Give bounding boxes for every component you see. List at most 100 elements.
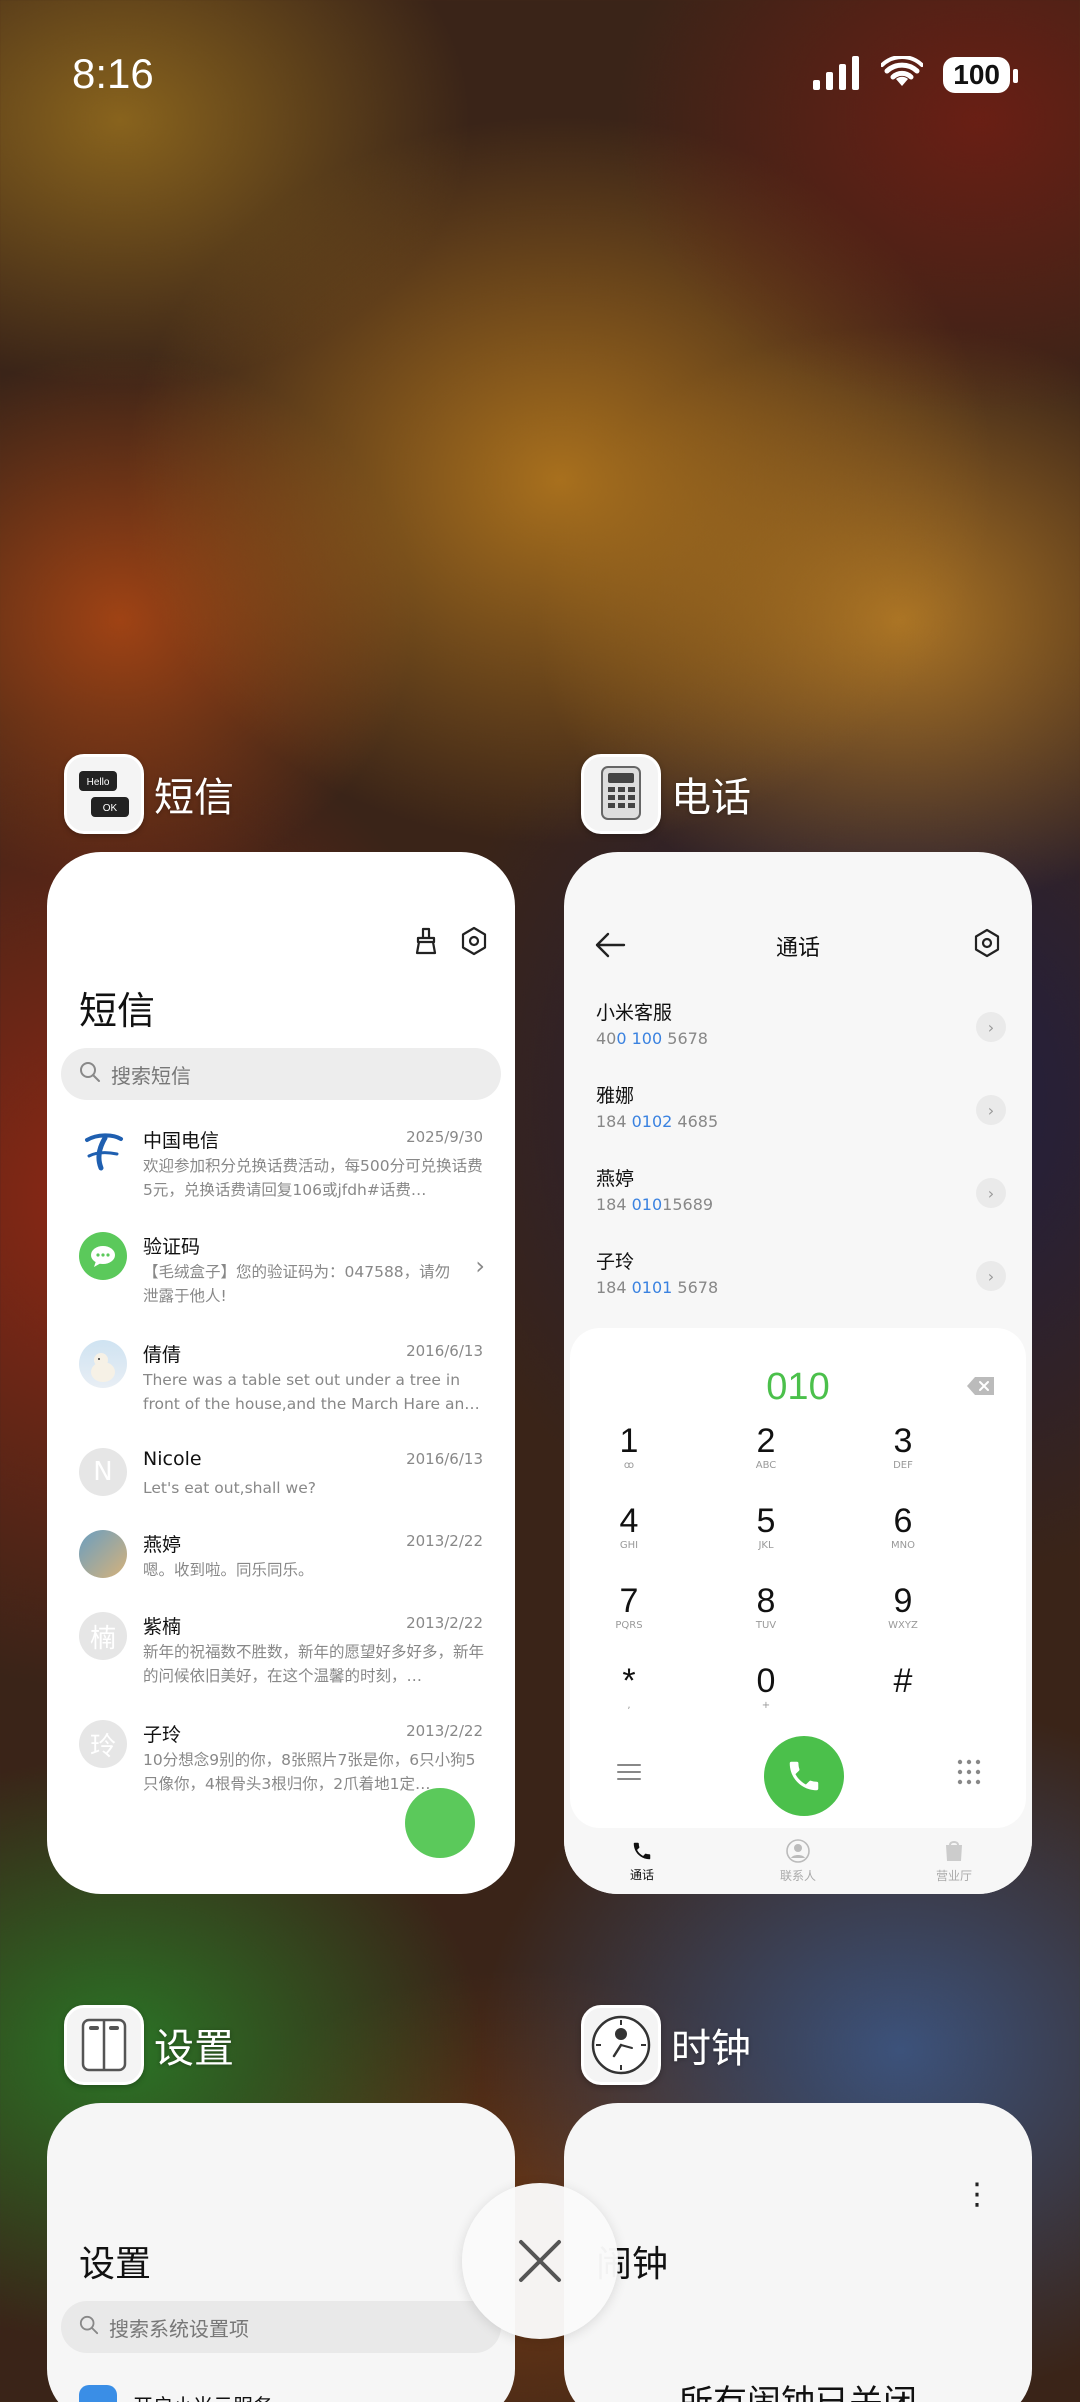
dial-key-1[interactable]: 1ꝏ [584,1422,674,1474]
list-item[interactable]: 倩倩 2016/6/13 There was a table set out u… [47,1338,515,1430]
sms-app-icon: Hello OK [64,754,144,834]
sms-sender: 子玲 [143,1724,182,1746]
sms-app-name: 短信 [154,775,234,821]
phone-app-card[interactable]: 通话 小米客服 400 100 5678 › 雅娜 184 0102 4685 … [564,852,1032,1894]
app-label-phone[interactable]: 电话 [581,754,751,834]
sms-sender: 紫楠 [143,1616,182,1638]
settings-item-label: 开启小米云服务 [133,2390,273,2402]
app-label-clock[interactable]: 时钟 [581,2005,751,2085]
dialpad: 010 1ꝏ 2 ABC 3 DEF 4 GHI 5 JKL 6 MNO 7 PQRS 8T… [570,1328,1026,1828]
contact-icon [786,1838,810,1863]
clock-app-card[interactable]: ⋮ 闹钟 所有闹钟已关闭 [564,2103,1032,2402]
dial-key-3[interactable]: 3 DEF [858,1422,948,1474]
sms-preview: There was a table set out under a tree i… [143,1371,480,1413]
menu-icon[interactable] [616,1762,642,1786]
list-item[interactable]: 燕婷 2013/2/22 嗯。收到啦。同乐同乐。 [47,1528,515,1620]
status-icons: 100 [813,55,1018,94]
phone-icon [789,1761,819,1791]
call-suggestion-item[interactable]: 小米客服 400 100 5678 › [596,998,1006,1068]
list-item[interactable]: 验证码 【毛绒盒子】您的验证码为：047588，请勿泄露于他人! › [47,1230,515,1322]
dial-key-8[interactable]: 8 TUV [721,1582,811,1634]
dial-key-5[interactable]: 5 JKL [721,1502,811,1554]
call-name: 小米客服 [596,1002,673,1024]
chevron-right-icon: › [475,1252,485,1280]
cloud-service-icon [79,2385,117,2402]
sms-preview: 【毛绒盒子】您的验证码为：047588，请勿泄露于他人! [143,1263,451,1305]
phone-app-icon [581,754,661,834]
backspace-icon[interactable] [966,1376,996,1396]
call-number: 184 0101 5678 [596,1278,719,1297]
settings-item-cloud[interactable]: 开启小米云服务 [79,2385,273,2402]
contact-avatar: N [79,1448,127,1496]
dial-key-2[interactable]: 2 ABC [721,1422,811,1474]
phone-icon [633,1842,651,1859]
compose-button[interactable] [405,1788,475,1858]
sms-date: 2025/9/30 [406,1128,483,1146]
dial-key-0[interactable]: 0 + [721,1662,811,1714]
clear-all-button[interactable] [462,2183,618,2339]
phone-header: 通话 [564,926,1032,966]
chevron-right-icon[interactable]: › [976,1095,1006,1125]
tab-contacts[interactable]: 联系人 [738,1828,858,1894]
chevron-right-icon[interactable]: › [976,1012,1006,1042]
search-icon [79,1061,101,1088]
settings-search-input[interactable]: 搜索系统设置项 [61,2301,501,2353]
list-item[interactable]: 中国电信 2025/9/30 欢迎参加积分兑换话费活动，每500分可兑换话费5元… [47,1124,515,1216]
settings-app-name: 设置 [154,2026,234,2072]
chevron-right-icon[interactable]: › [976,1261,1006,1291]
tab-calls[interactable]: 通话 [582,1828,702,1894]
app-label-sms[interactable]: Hello OK 短信 [64,754,234,834]
sms-sender: 燕婷 [143,1534,182,1556]
settings-gear-icon[interactable] [972,928,1002,962]
settings-page-title: 设置 [79,2244,152,2285]
app-label-settings[interactable]: 设置 [64,2005,234,2085]
list-item[interactable]: N Nicole 2016/6/13 Let's eat out,shall w… [47,1446,515,1538]
sms-date: 2016/6/13 [406,1342,483,1360]
sms-search-input[interactable]: 搜索短信 [61,1048,501,1100]
dial-key-4[interactable]: 4 GHI [584,1502,674,1554]
sms-sender: 中国电信 [143,1130,220,1152]
sms-app-card[interactable]: 短信 搜索短信 中国电信 2025/9/30 欢迎参加积分兑换话费活动，每500… [47,852,515,1894]
more-options-icon[interactable]: ⋮ [962,2177,992,2212]
dial-key-hash[interactable]: # [858,1662,948,1714]
call-button[interactable] [764,1736,844,1816]
contact-avatar: 玲 [79,1720,127,1768]
sms-sender: 倩倩 [143,1344,182,1366]
dial-key-star[interactable]: *, [584,1662,674,1714]
dial-key-6[interactable]: 6 MNO [858,1502,948,1554]
sms-preview: 新年的祝福数不胜数，新年的愿望好多好多，新年的问候依旧美好，在这个温馨的时刻，… [143,1643,485,1685]
call-suggestion-item[interactable]: 燕婷 184 01015689 › [596,1164,1006,1234]
dial-key-7[interactable]: 7 PQRS [584,1582,674,1634]
close-icon [519,2240,561,2282]
sms-preview: Let's eat out,shall we? [143,1479,316,1497]
call-suggestion-item[interactable]: 子玲 184 0101 5678 › [596,1247,1006,1317]
contact-avatar: 楠 [79,1612,127,1660]
list-item[interactable]: 楠 紫楠 2013/2/22 新年的祝福数不胜数，新年的愿望好多好多，新年的问候… [47,1610,515,1702]
settings-search-placeholder: 搜索系统设置项 [109,2316,249,2341]
sms-preview: 欢迎参加积分兑换话费活动，每500分可兑换话费5元，兑换话费请回复106或jfd… [143,1157,483,1199]
dialpad-grid-icon[interactable] [956,1758,982,1790]
status-bar: 8:16 100 [0,0,1080,150]
polar-bear-avatar [79,1340,127,1388]
chevron-right-icon[interactable]: › [976,1178,1006,1208]
phone-page-title: 通话 [775,936,820,961]
dial-key-9[interactable]: 9 WXYZ [858,1582,948,1634]
call-number: 184 0102 4685 [596,1112,719,1131]
landscape-avatar [79,1530,127,1578]
call-number: 400 100 5678 [596,1029,708,1048]
call-suggestion-item[interactable]: 雅娜 184 0102 4685 › [596,1081,1006,1151]
settings-gear-icon[interactable] [459,926,489,960]
svg-text:OK: OK [103,803,118,814]
sms-toolbar [411,926,489,960]
phone-app-name: 电话 [671,775,751,821]
settings-app-icon [64,2005,144,2085]
tab-service-hall[interactable]: 营业厅 [894,1828,1014,1894]
sms-page-title: 短信 [79,989,156,1033]
settings-app-card[interactable]: 设置 搜索系统设置项 开启小米云服务 [47,2103,515,2402]
wifi-icon [880,55,925,94]
svg-text:Hello: Hello [87,777,110,788]
sms-date: 2013/2/22 [406,1722,483,1740]
sms-date: 2016/6/13 [406,1450,483,1468]
call-number: 184 01015689 [596,1195,714,1214]
clean-brush-icon[interactable] [411,926,441,960]
